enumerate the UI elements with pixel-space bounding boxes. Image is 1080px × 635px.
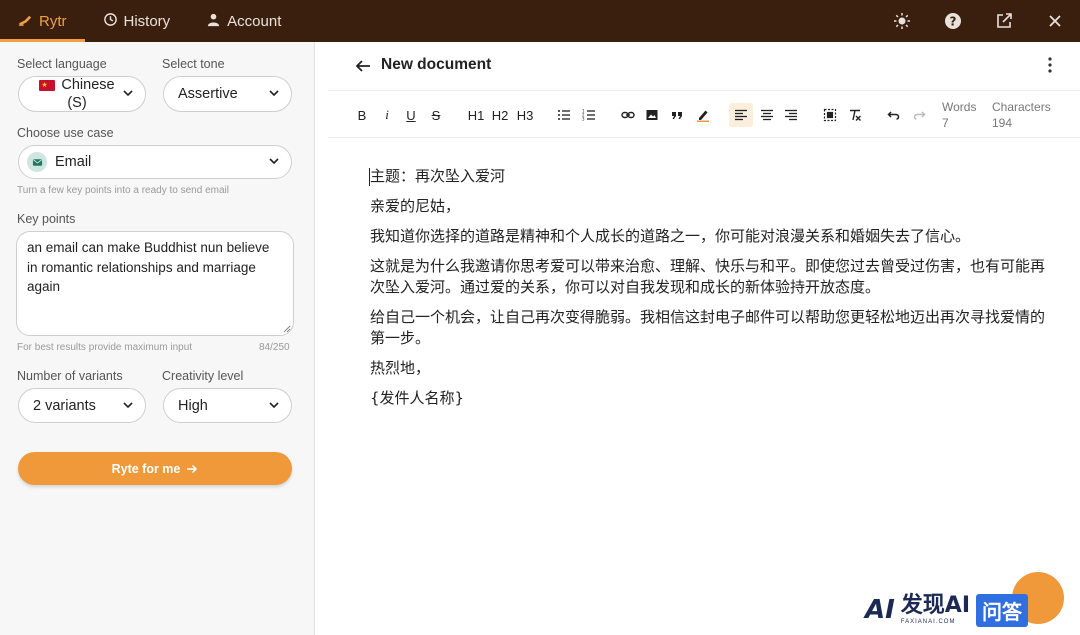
key-points-value: an email can make Buddhist nun believe i… <box>27 240 270 294</box>
tab-rytr[interactable]: Rytr <box>0 0 85 42</box>
paragraph: 给自己一个机会，让自己再次变得脆弱。我相信这封电子邮件可以帮助您更轻松地迈出再次… <box>370 308 1046 347</box>
watermark-ai-mark: AI <box>865 595 895 625</box>
document-title: New document <box>381 56 492 73</box>
align-right-icon[interactable] <box>780 103 802 127</box>
user-icon <box>206 12 221 31</box>
tone-value: Assertive <box>178 86 238 102</box>
ryte-for-me-button[interactable]: Ryte for me <box>18 452 292 485</box>
watermark-logo: AI 发现AI FAXIANAI.COM 问答 <box>865 592 1029 628</box>
tab-label: Rytr <box>39 12 67 30</box>
tab-history[interactable]: History <box>85 0 189 42</box>
chevron-down-icon <box>269 401 279 408</box>
help-icon[interactable]: ? <box>927 0 978 42</box>
top-bar: Rytr History Account ? <box>0 0 1080 42</box>
arrow-right-icon <box>187 464 198 473</box>
paragraph: 亲爱的尼姑， <box>370 197 461 215</box>
strikethrough-button[interactable]: S <box>425 103 447 127</box>
svg-text:?: ? <box>949 15 956 29</box>
tab-label: Account <box>227 12 282 30</box>
image-icon[interactable] <box>641 103 663 127</box>
use-case-label: Choose use case <box>17 126 114 140</box>
language-select[interactable]: Chinese (S) <box>18 76 146 112</box>
creativity-select[interactable]: High <box>163 388 292 423</box>
document-editor[interactable]: 主题：再次坠入爱河 亲爱的尼姑， 我知道你选择的道路是精神和个人成长的道路之一，… <box>369 166 1050 418</box>
bold-button[interactable]: B <box>351 103 373 127</box>
language-value: Chinese (S) <box>27 76 127 112</box>
character-counter: 84/250 <box>259 342 290 353</box>
use-case-select[interactable]: Email <box>18 145 292 179</box>
variants-label: Number of variants <box>17 369 123 383</box>
document-panel: New document B i U S H1 H2 H3 123 Words … <box>328 42 1080 635</box>
tab-label: History <box>123 12 171 30</box>
undo-icon[interactable] <box>883 103 905 127</box>
variants-value: 2 variants <box>33 397 96 414</box>
watermark-box-text: 问答 <box>976 593 1029 627</box>
heading1-button[interactable]: H1 <box>465 103 487 127</box>
highlight-pen-icon[interactable] <box>692 103 714 127</box>
watermark-main-text: 发现AI <box>900 593 971 618</box>
variants-select[interactable]: 2 variants <box>18 388 146 423</box>
align-left-icon[interactable] <box>729 103 753 127</box>
chevron-down-icon <box>123 401 133 408</box>
underline-button[interactable]: U <box>400 103 422 127</box>
chevron-down-icon <box>269 158 279 165</box>
tone-label: Select tone <box>162 57 225 71</box>
paragraph: 主题：再次坠入爱河 <box>370 167 506 185</box>
ryte-button-label: Ryte for me <box>111 461 181 476</box>
editor-toolbar: B i U S H1 H2 H3 123 Words 7 Characters … <box>328 90 1080 138</box>
external-link-icon[interactable] <box>978 0 1029 42</box>
email-icon <box>27 152 47 172</box>
numbered-list-icon[interactable]: 123 <box>578 103 600 127</box>
language-label: Select language <box>17 57 107 71</box>
heading3-button[interactable]: H3 <box>514 103 536 127</box>
creativity-value: High <box>178 397 208 414</box>
back-arrow-icon[interactable] <box>354 57 372 75</box>
use-case-hint: Turn a few key points into a ready to se… <box>17 185 229 196</box>
creativity-label: Creativity level <box>162 369 244 383</box>
key-points-input[interactable]: an email can make Buddhist nun believe i… <box>16 231 294 336</box>
document-header: New document <box>328 42 1080 90</box>
italic-button[interactable]: i <box>376 103 398 127</box>
brightness-icon[interactable] <box>876 0 927 42</box>
word-count: Words 7 <box>942 100 977 130</box>
select-all-icon[interactable] <box>819 103 841 127</box>
more-options-icon[interactable] <box>1042 56 1058 74</box>
settings-panel: Select language Select tone Chinese (S) … <box>0 42 315 635</box>
history-icon <box>103 12 118 31</box>
paragraph: 热烈地， <box>370 359 431 377</box>
bullet-list-icon[interactable] <box>553 103 575 127</box>
key-points-hint: For best results provide maximum input <box>17 342 193 353</box>
paragraph: {发件人名称} <box>370 389 465 407</box>
chevron-down-icon <box>123 90 133 97</box>
align-center-icon[interactable] <box>756 103 778 127</box>
quote-icon[interactable] <box>666 103 688 127</box>
svg-text:3: 3 <box>582 117 585 122</box>
chevron-down-icon <box>269 90 279 97</box>
link-icon[interactable] <box>617 103 639 127</box>
paragraph: 我知道你选择的道路是精神和个人成长的道路之一，你可能对浪漫关系和婚姻失去了信心。 <box>370 227 971 245</box>
text-cursor <box>369 168 370 186</box>
tone-select[interactable]: Assertive <box>163 76 292 112</box>
close-icon[interactable] <box>1029 0 1080 42</box>
tab-account[interactable]: Account <box>188 0 299 42</box>
pen-hand-icon <box>18 12 33 31</box>
key-points-label: Key points <box>17 212 76 226</box>
china-flag-icon <box>39 77 56 95</box>
heading2-button[interactable]: H2 <box>489 103 511 127</box>
resize-handle-icon[interactable] <box>283 325 291 333</box>
redo-icon[interactable] <box>908 103 930 127</box>
paragraph: 这就是为什么我邀请你思考爱可以带来治愈、理解、快乐与和平。即使您过去曾受过伤害，… <box>370 257 1046 296</box>
character-count: Characters 194 <box>992 100 1051 130</box>
clear-format-icon[interactable] <box>844 103 866 127</box>
watermark-sub-text: FAXIANAI.COM <box>900 619 956 625</box>
use-case-value: Email <box>55 154 92 170</box>
